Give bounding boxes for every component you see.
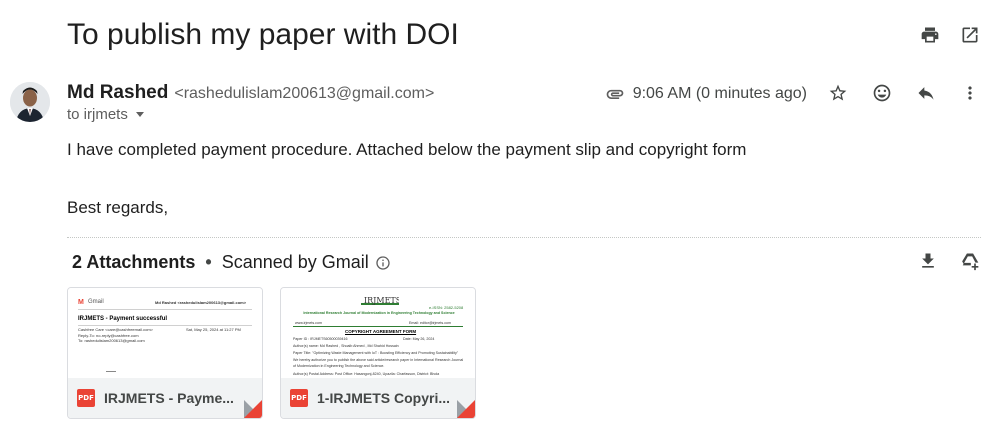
preview-paper-title: Paper Title: "Optimizing Waste Managemen… [293,351,459,355]
add-to-drive-button[interactable] [959,250,981,272]
preview-from: Cashfree Care <care@cashfreemail.com> [78,327,153,332]
sender-row: Md Rashed <rashedulislam200613@gmail.com… [67,82,434,104]
star-button[interactable] [827,82,849,104]
attachments-header: 2 Attachments • Scanned by Gmail [72,252,391,273]
preview-date: Date: May 26, 2024 [403,337,435,341]
pdf-icon: PDF [290,389,308,407]
preview-line: We hereby authorize you to publish the a… [293,358,464,362]
attachment-clip-icon [606,89,624,99]
attachment-preview: IRJMETS e-ISSN: 2582-5208 International … [281,288,475,380]
info-button[interactable] [375,255,391,271]
open-new-window-button[interactable] [959,24,981,46]
attachments-count: 2 Attachments [72,252,196,272]
attachments-actions [917,250,981,272]
add-to-drive-icon [962,253,979,271]
attachment-footer: PDF IRJMETS - Payme... [68,378,262,418]
preview-mark [106,366,116,372]
sender-name[interactable]: Md Rashed [67,82,168,104]
star-icon [829,84,847,101]
preview-rule [78,325,252,326]
preview-date: Sat, May 25, 2024 at 11:27 PM [186,327,241,332]
message-body-line: I have completed payment procedure. Atta… [67,140,747,159]
emoji-icon [873,84,891,102]
open-new-window-icon [962,27,978,43]
print-button[interactable] [919,24,941,46]
preview-email: Email: editor@irjmets.com [409,321,451,325]
message-meta: 9:06 AM (0 minutes ago) [605,84,807,104]
attachment-filename: 1-IRJMETS Copyri... [317,390,449,406]
message-actions [827,82,981,104]
preview-header-right: Md Rashed <rashedulislam200613@gmail.com… [155,300,247,305]
more-options-button[interactable] [959,82,981,104]
preview-line: Author(s) Postal Address: Post Office: H… [293,372,440,376]
message-time: 9:06 AM (0 minutes ago) [632,85,807,102]
sender-email: <rashedulislam200613@gmail.com> [174,85,435,102]
recipients-toggle[interactable]: to irjmets [67,106,144,123]
chevron-down-icon [135,112,144,117]
attachment-filename: IRJMETS - Payme... [104,390,234,406]
preview-header-left: Gmail [88,299,104,305]
attachment-footer: PDF 1-IRJMETS Copyri... [281,378,475,418]
preview-rule [293,326,463,327]
reply-icon [918,87,934,100]
pdf-icon: PDF [77,389,95,407]
logo-text: IRJMETS [364,296,399,305]
preview-title: COPYRIGHT AGREEMENT FORM [345,329,417,334]
download-all-button[interactable] [917,250,939,272]
recipients-label: to irjmets [67,106,128,123]
separator-dot: • [205,252,212,272]
preview-paper-id: Paper ID : IRJMETS60500039416 [293,337,348,341]
preview-website: www.irjmets.com [295,321,322,325]
attachment-card[interactable]: M Gmail Md Rashed <rashedulislam200613@g… [67,287,263,419]
thread-actions [919,24,981,46]
attachment-preview: M Gmail Md Rashed <rashedulislam200613@g… [68,288,262,380]
info-icon [376,255,390,270]
page-fold-accent [244,400,262,418]
print-icon [921,27,939,43]
preview-journal: International Research Journal of Modern… [303,311,455,315]
preview-line: of Modernization in Engineering Technolo… [293,364,385,368]
download-all-icon [922,253,934,268]
reply-button[interactable] [915,82,937,104]
page-fold-accent [457,400,475,418]
preview-rule [78,309,252,310]
preview-title: IRJMETS - Payment successful [78,316,168,322]
emoji-reaction-button[interactable] [871,82,893,104]
scanned-label: Scanned by Gmail [221,252,369,272]
preview-to: To: rashedulislam200613@gmail.com [78,338,145,343]
attachments-divider [67,237,981,238]
gmail-logo: M [78,299,84,306]
sender-avatar[interactable] [10,82,50,122]
attachment-card[interactable]: IRJMETS e-ISSN: 2582-5208 International … [280,287,476,419]
irjmets-logo: IRJMETS [361,294,401,306]
email-subject: To publish my paper with DOI [67,18,459,51]
preview-issn: e-ISSN: 2582-5208 [429,305,464,310]
message-signoff: Best regards, [67,198,169,217]
preview-authors: Author(s) name: Md Rashed , Shoaib Ahmed… [293,344,399,348]
more-vert-icon [968,86,972,100]
